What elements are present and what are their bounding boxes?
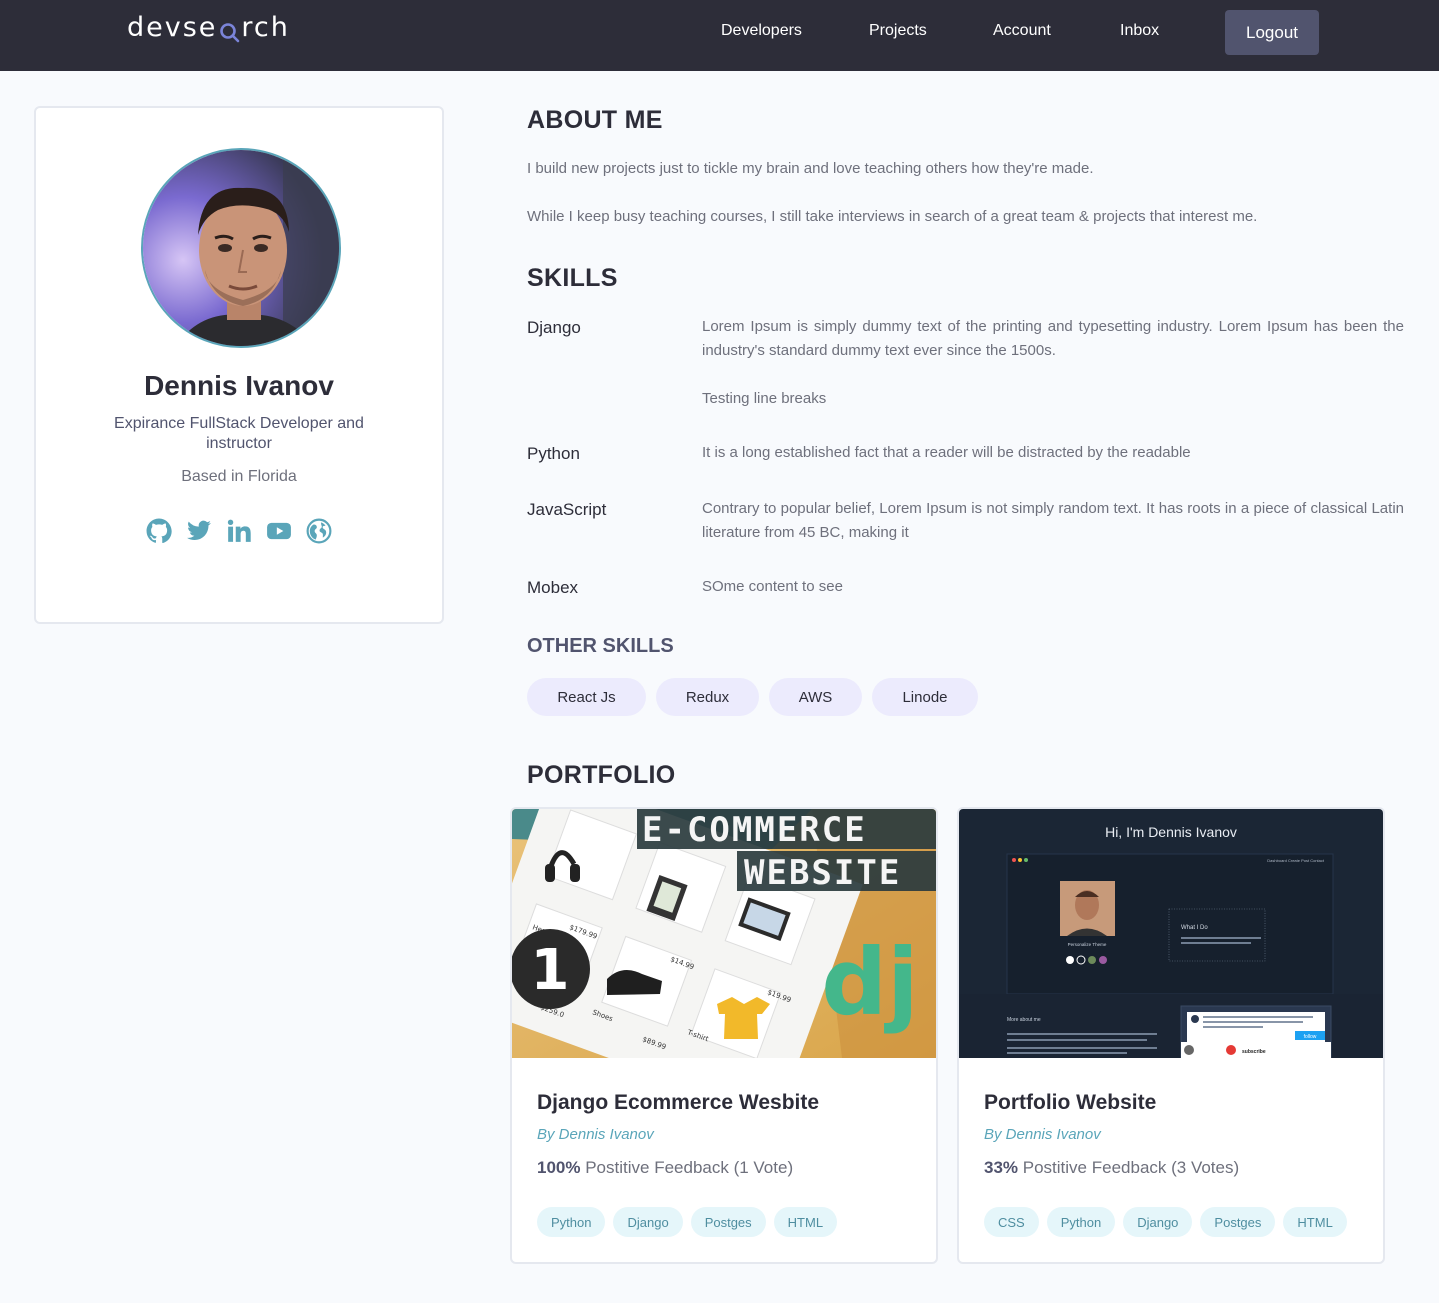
feedback-percent: 33% xyxy=(984,1158,1019,1177)
profile-location: Based in Florida xyxy=(181,468,297,485)
nav-link-developers[interactable]: Developers xyxy=(721,22,802,40)
thumb-title-line-2: WEBSITE xyxy=(744,853,901,893)
thumb-more-about: More about me xyxy=(1007,1017,1041,1023)
nav-link-inbox[interactable]: Inbox xyxy=(1120,22,1159,40)
feedback-text: Postitive Feedback (1 Vote) xyxy=(585,1158,794,1177)
avatar xyxy=(141,148,341,348)
about-heading: ABOUT ME xyxy=(527,106,663,134)
profile-card: Dennis Ivanov Expirance FullStack Develo… xyxy=(34,106,444,624)
top-navbar: devsearch devse rch Developers Projects … xyxy=(0,0,1439,71)
project-author[interactable]: By Dennis Ivanov xyxy=(537,1126,654,1143)
social-links xyxy=(36,518,442,544)
twitter-icon[interactable] xyxy=(186,518,212,544)
skill-description: It is a long established fact that a rea… xyxy=(702,444,1191,461)
thumb-what-i-do: What I Do xyxy=(1181,925,1208,931)
project-tag: Python xyxy=(537,1207,606,1237)
skill-name: Mobex xyxy=(527,578,579,597)
other-skills-heading: OTHER SKILLS xyxy=(527,635,674,657)
project-tag: Django xyxy=(613,1207,683,1237)
about-paragraph-1: I build new projects just to tickle my b… xyxy=(527,160,1094,177)
profile-name: Dennis Ivanov xyxy=(144,370,334,401)
project-title[interactable]: Portfolio Website xyxy=(984,1091,1156,1115)
logout-button[interactable]: Logout xyxy=(1225,10,1319,55)
feedback-text: Postitive Feedback (3 Votes) xyxy=(1022,1158,1240,1177)
github-icon[interactable] xyxy=(146,518,172,544)
project-tag: Postges xyxy=(690,1207,766,1237)
feedback-percent: 100% xyxy=(537,1158,581,1177)
thumb-follow: follow xyxy=(1304,1034,1317,1040)
project-thumbnail[interactable]: Headphones Shoes T-shirt $179.99 $14.99 … xyxy=(512,809,936,1058)
linkedin-icon[interactable] xyxy=(226,518,252,544)
project-tag: Django xyxy=(1123,1207,1193,1237)
thumb-theme-label: Personalize Theme xyxy=(1068,942,1107,947)
skill-chip: Redux xyxy=(656,678,759,716)
project-tag: Python xyxy=(1046,1207,1116,1237)
magnifier-icon xyxy=(218,19,240,42)
project-thumbnail[interactable]: Hi, I'm Dennis Ivanov Dashboard Create P… xyxy=(959,809,1383,1058)
globe-icon[interactable] xyxy=(306,518,332,544)
skill-name: JavaScript xyxy=(527,500,607,519)
skill-name: Django xyxy=(527,318,581,337)
skill-description: Lorem Ipsum is simply dummy text of the … xyxy=(702,318,1404,359)
project-feedback: 33% Postitive Feedback (3 Votes) xyxy=(984,1158,1239,1178)
nav-link-projects[interactable]: Projects xyxy=(869,22,927,40)
skill-chip: Linode xyxy=(872,678,978,716)
project-feedback: 100% Postitive Feedback (1 Vote) xyxy=(537,1158,793,1178)
thumb-nav: Dashboard Create Post Contact xyxy=(1267,858,1325,863)
project-card[interactable]: Headphones Shoes T-shirt $179.99 $14.99 … xyxy=(510,807,938,1264)
brand-logo[interactable]: devsearch devse rch xyxy=(127,12,290,43)
project-tags: Python Django Postges HTML xyxy=(537,1207,838,1237)
project-author[interactable]: By Dennis Ivanov xyxy=(984,1126,1101,1143)
project-tag: Postges xyxy=(1200,1207,1276,1237)
skill-description: Contrary to popular belief, Lorem Ipsum … xyxy=(702,500,1404,541)
project-card[interactable]: Hi, I'm Dennis Ivanov Dashboard Create P… xyxy=(957,807,1385,1264)
thumb-number: 1 xyxy=(531,938,570,1003)
project-title[interactable]: Django Ecommerce Wesbite xyxy=(537,1091,819,1115)
project-tag: HTML xyxy=(1283,1207,1347,1237)
skill-description-extra: Testing line breaks xyxy=(702,390,827,407)
skill-description: SOme content to see xyxy=(702,578,843,595)
project-tag: CSS xyxy=(984,1207,1039,1237)
thumb-subscribe: subscribe xyxy=(1242,1049,1266,1055)
nav-link-account[interactable]: Account xyxy=(993,22,1051,40)
about-paragraph-2: While I keep busy teaching courses, I st… xyxy=(527,208,1258,225)
profile-title: Expirance FullStack Developer and instru… xyxy=(114,415,364,452)
thumb-title-line-1: E-COMMERCE xyxy=(642,810,867,850)
portfolio-heading: PORTFOLIO xyxy=(527,761,676,789)
thumb-heading: Hi, I'm Dennis Ivanov xyxy=(1105,824,1237,840)
skills-heading: SKILLS xyxy=(527,264,618,292)
other-skills-list: React Js Redux AWS Linode xyxy=(527,678,978,716)
django-logo: dj xyxy=(821,929,918,1036)
skill-name: Python xyxy=(527,444,580,463)
project-tags: CSS Python Django Postges HTML xyxy=(984,1207,1347,1237)
skill-chip: React Js xyxy=(527,678,646,716)
skill-chip: AWS xyxy=(769,678,862,716)
youtube-icon[interactable] xyxy=(266,518,292,544)
project-tag: HTML xyxy=(773,1207,838,1237)
